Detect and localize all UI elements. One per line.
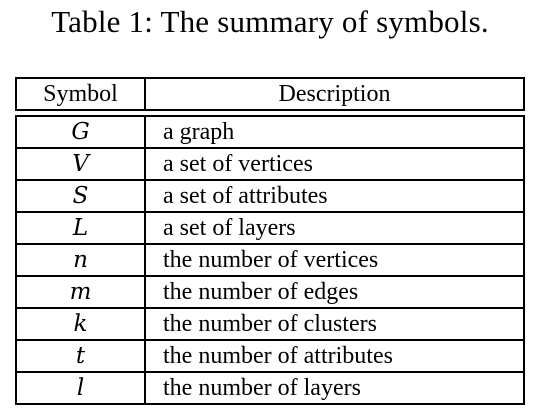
description-cell: the number of edges (146, 277, 525, 309)
table-row: k the number of clusters (15, 309, 525, 341)
symbol-cell: t (15, 341, 146, 373)
header-symbol: Symbol (15, 77, 146, 111)
symbol-text: t (75, 343, 86, 369)
description-cell: a set of layers (146, 213, 525, 245)
table-header: Symbol Description (15, 77, 525, 111)
symbol-text: l (76, 375, 85, 401)
symbol-text: k (73, 311, 88, 337)
symbol-cell: G (15, 115, 146, 149)
table-row: S a set of attributes (15, 181, 525, 213)
symbol-text: G (71, 119, 90, 145)
description-cell: a set of vertices (146, 149, 525, 181)
symbol-cell: k (15, 309, 146, 341)
symbol-cell: l (15, 373, 146, 405)
symbol-text: n (73, 247, 88, 273)
header-row: Symbol Description (15, 77, 525, 111)
symbol-text: V (72, 151, 89, 177)
symbol-text: L (72, 215, 89, 241)
symbol-cell: n (15, 245, 146, 277)
table-body: G a graph V a set of vertices S a set of… (15, 111, 525, 405)
table-row: G a graph (15, 115, 525, 149)
description-cell: the number of attributes (146, 341, 525, 373)
description-cell: a set of attributes (146, 181, 525, 213)
description-cell: the number of clusters (146, 309, 525, 341)
table-row: V a set of vertices (15, 149, 525, 181)
table-row: t the number of attributes (15, 341, 525, 373)
symbol-cell: L (15, 213, 146, 245)
symbol-cell: S (15, 181, 146, 213)
table-row: n the number of vertices (15, 245, 525, 277)
header-description: Description (146, 77, 525, 111)
table-row: L a set of layers (15, 213, 525, 245)
symbol-cell: m (15, 277, 146, 309)
description-cell: the number of vertices (146, 245, 525, 277)
symbol-text: m (69, 279, 92, 305)
symbols-table: Symbol Description G a graph V a set of … (15, 77, 525, 405)
table-row: l the number of layers (15, 373, 525, 405)
description-cell: a graph (146, 115, 525, 149)
description-cell: the number of layers (146, 373, 525, 405)
symbol-cell: V (15, 149, 146, 181)
table-row: m the number of edges (15, 277, 525, 309)
table-caption: Table 1: The summary of symbols. (51, 4, 489, 39)
symbol-text: S (72, 183, 89, 209)
